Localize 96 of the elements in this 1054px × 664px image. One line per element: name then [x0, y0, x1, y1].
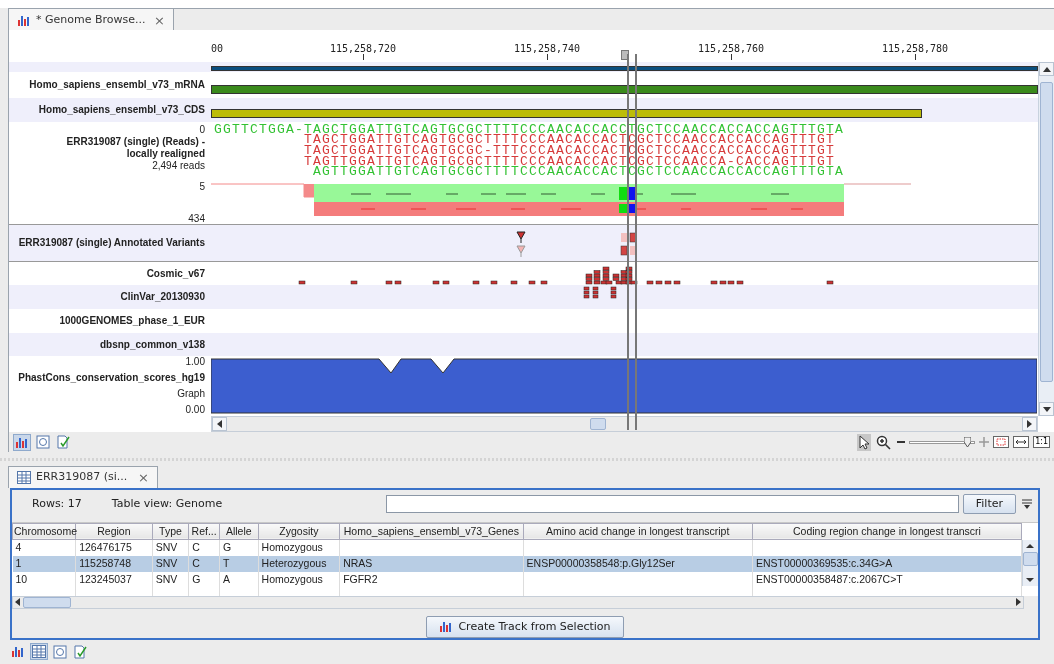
track-label: Homo_sapiens_ensembl_v73_CDS: [38, 103, 205, 116]
scroll-thumb[interactable]: [23, 596, 71, 608]
tool-button[interactable]: [857, 433, 872, 451]
arrow-down-icon: [1042, 406, 1051, 412]
track-label: ERR319087 (single) (Reads) -: [66, 135, 205, 148]
scale-label: 0.00: [185, 404, 205, 416]
pointer-icon: [858, 434, 871, 450]
read-count: 2,494 reads: [152, 159, 205, 172]
table-row[interactable]: 10 123245037 SNV G A Homozygous FGFR2 ENST00000358487:c.2067C>T: [12, 571, 1022, 588]
table-cell: 115258748: [75, 556, 153, 572]
search-field[interactable]: [386, 494, 959, 513]
scroll-right-button[interactable]: [1022, 417, 1037, 431]
checklist-icon: [73, 644, 87, 659]
track-label: ERR319087 (single) Annotated Variants: [18, 236, 205, 249]
arrow-up-icon: [1042, 66, 1051, 72]
track-label: 1000GENOMES_phase_1_EUR: [59, 314, 205, 327]
clock-icon: [36, 435, 50, 449]
bar-chart-icon: [11, 645, 25, 658]
scroll-down-button[interactable]: [1039, 402, 1054, 416]
table-cell: Heterozygous: [258, 556, 340, 572]
scroll-thumb[interactable]: [1040, 82, 1053, 382]
track-label: Homo_sapiens_ensembl_v73_mRNA: [29, 78, 205, 91]
column-header[interactable]: Chromosome: [12, 523, 76, 540]
track-label: Cosmic_v67: [146, 267, 205, 280]
table-cell: T: [219, 556, 259, 572]
track-label: dbsnp_common_v138: [99, 338, 205, 351]
track-label: ClinVar_20130930: [120, 290, 205, 303]
zoom-in-icon: [876, 434, 893, 450]
view-button[interactable]: [35, 434, 51, 450]
scroll-up-button[interactable]: [1039, 62, 1054, 76]
view-button[interactable]: [30, 643, 48, 660]
bar-chart-icon: [15, 435, 29, 449]
cursor-handle[interactable]: [621, 50, 629, 60]
scroll-left-button[interactable]: [212, 417, 227, 431]
table-icon: [32, 645, 46, 658]
scroll-thumb[interactable]: [590, 418, 606, 430]
fit-width-icon[interactable]: [1013, 436, 1030, 448]
arrow-left-icon: [217, 420, 222, 428]
column-header[interactable]: Homo_sapiens_ensembl_v73_Genes: [339, 523, 524, 540]
table-tab[interactable]: ERR319087 (si... ×: [8, 466, 158, 488]
table-cell: ENSP00000358548:p.Gly12Ser: [523, 556, 753, 572]
track-label: PhastCons_conservation_scores_hg19: [18, 372, 205, 385]
ruler-label: 115,258,780: [881, 42, 949, 56]
table-icon: [17, 471, 31, 484]
column-header[interactable]: Coding region change in longest transcri: [752, 523, 1022, 540]
ruler-tick: [731, 54, 732, 60]
zoom-slider[interactable]: [909, 437, 976, 447]
table-cell: C: [188, 556, 220, 572]
bar-chart-icon: [17, 13, 31, 27]
fit-selection-icon[interactable]: [993, 436, 1010, 448]
zoom-ratio-button[interactable]: 1:1: [1033, 436, 1050, 448]
scroll-thumb[interactable]: [1023, 551, 1038, 566]
table-view-label: Table view: Genome: [111, 495, 223, 512]
checklist-icon: [56, 435, 70, 449]
view-button[interactable]: [52, 643, 68, 660]
ruler-tick: [547, 54, 548, 60]
track-sublabel: Graph: [177, 388, 205, 401]
table-vertical-scrollbar[interactable]: [1022, 539, 1038, 586]
menu-icon[interactable]: [1022, 498, 1032, 509]
row-count: Rows: 17: [32, 495, 82, 512]
scale-label: 0: [199, 123, 205, 136]
scale-label: 5: [199, 180, 205, 193]
ruler-label: 115,258,740: [513, 42, 581, 56]
column-header[interactable]: Amino acid change in longest transcript: [523, 523, 753, 540]
genome-browser-tab[interactable]: * Genome Browse... ×: [9, 9, 174, 31]
table-row[interactable]: 4 126476175 SNV C G Homozygous: [12, 539, 1022, 556]
arrow-right-icon: [1027, 420, 1032, 428]
ruler-tick: [915, 54, 916, 60]
column-header[interactable]: Type: [152, 523, 189, 540]
table-cell: 1: [12, 556, 76, 572]
horizontal-scrollbar[interactable]: [211, 416, 1038, 432]
view-button[interactable]: [13, 433, 31, 451]
scale-label: 1.00: [185, 356, 205, 369]
view-button[interactable]: [55, 434, 71, 450]
bar-chart-icon: [439, 620, 454, 634]
table-cell: NRAS: [339, 556, 524, 572]
table-cell: SNV: [152, 556, 189, 572]
view-button[interactable]: [72, 643, 88, 660]
scale-label: 434: [188, 212, 205, 225]
clock-icon: [53, 644, 67, 659]
filter-button[interactable]: Filter: [962, 493, 1016, 514]
ruler-label: 115,258,720: [329, 42, 397, 56]
ruler-tick: [363, 54, 364, 60]
ruler-label: 115,258,760: [697, 42, 765, 56]
vertical-scrollbar[interactable]: [1038, 62, 1054, 416]
ruler-label: 00: [211, 42, 224, 56]
column-header[interactable]: Allele: [219, 523, 259, 540]
table-cell: ENST00000369535:c.34G>A: [752, 556, 1022, 572]
track-sublabel: locally realigned: [126, 147, 205, 160]
create-track-button[interactable]: Create Track from Selection: [426, 615, 624, 638]
clinvar-markers-drawing: [583, 286, 617, 299]
slider-thumb[interactable]: [964, 437, 971, 447]
column-header[interactable]: Zygosity: [258, 523, 340, 540]
column-header[interactable]: Ref...: [188, 523, 220, 540]
table-row[interactable]: 1 115258748 SNV C T Heterozygous NRAS ENSP00000358548:p.Gly12Ser ENST00000369535:c.34G>A: [12, 556, 1022, 572]
zoom-out-icon[interactable]: [897, 440, 906, 444]
